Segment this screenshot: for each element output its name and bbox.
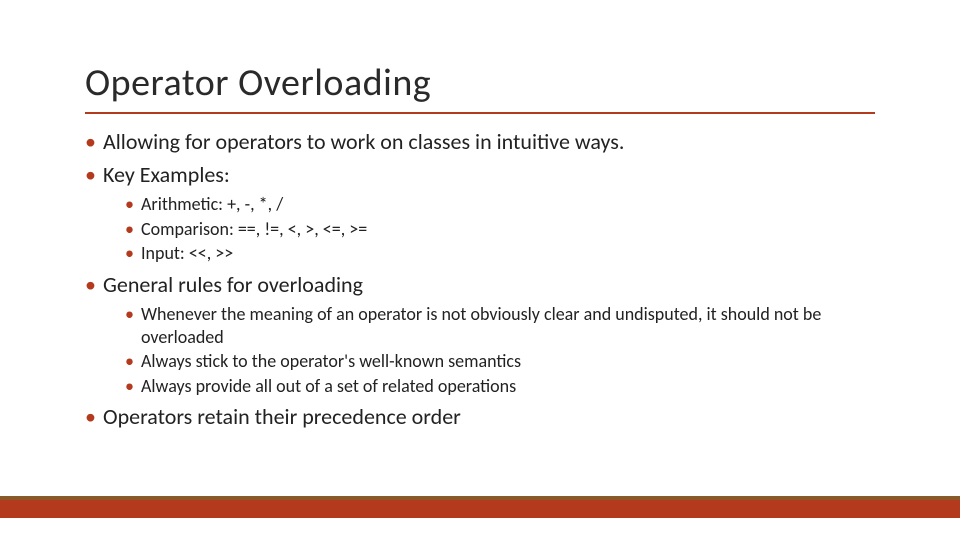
bullet-text: Operators retain their precedence order [103,403,461,430]
list-item: Always stick to the operator's well-know… [125,350,875,373]
slide-title: Operator Overloading [85,60,875,106]
title-underline [85,112,875,114]
sub-list: Arithmetic: +, -, *, / Comparison: ==, !… [125,193,875,265]
bullet-text: General rules for overloading [103,271,363,298]
list-item: Key Examples: Arithmetic: +, -, *, / Com… [85,161,875,265]
bullet-text: Always provide all out of a set of relat… [141,375,516,397]
bullet-text: Input: <<, >> [141,242,233,264]
list-item: Comparison: ==, !=, <, >, <=, >= [125,218,875,241]
bullet-text: Always stick to the operator's well-know… [141,350,521,372]
bullet-text: Key Examples: [103,161,230,188]
list-item: Arithmetic: +, -, *, / [125,193,875,216]
list-item: Whenever the meaning of an operator is n… [125,303,875,348]
sub-list: Whenever the meaning of an operator is n… [125,303,875,397]
footer-accent-bar [0,496,960,518]
bullet-text: Comparison: ==, !=, <, >, <=, >= [141,218,367,240]
bullet-list: Allowing for operators to work on classe… [85,128,875,432]
slide: Operator Overloading Allowing for operat… [0,0,960,540]
list-item: Operators retain their precedence order [85,403,875,432]
bullet-text: Whenever the meaning of an operator is n… [141,303,821,348]
bullet-text: Arithmetic: +, -, *, / [141,193,283,215]
list-item: Always provide all out of a set of relat… [125,375,875,398]
bullet-text: Allowing for operators to work on classe… [103,128,624,155]
list-item: Allowing for operators to work on classe… [85,128,875,157]
list-item: General rules for overloading Whenever t… [85,271,875,398]
list-item: Input: <<, >> [125,242,875,265]
